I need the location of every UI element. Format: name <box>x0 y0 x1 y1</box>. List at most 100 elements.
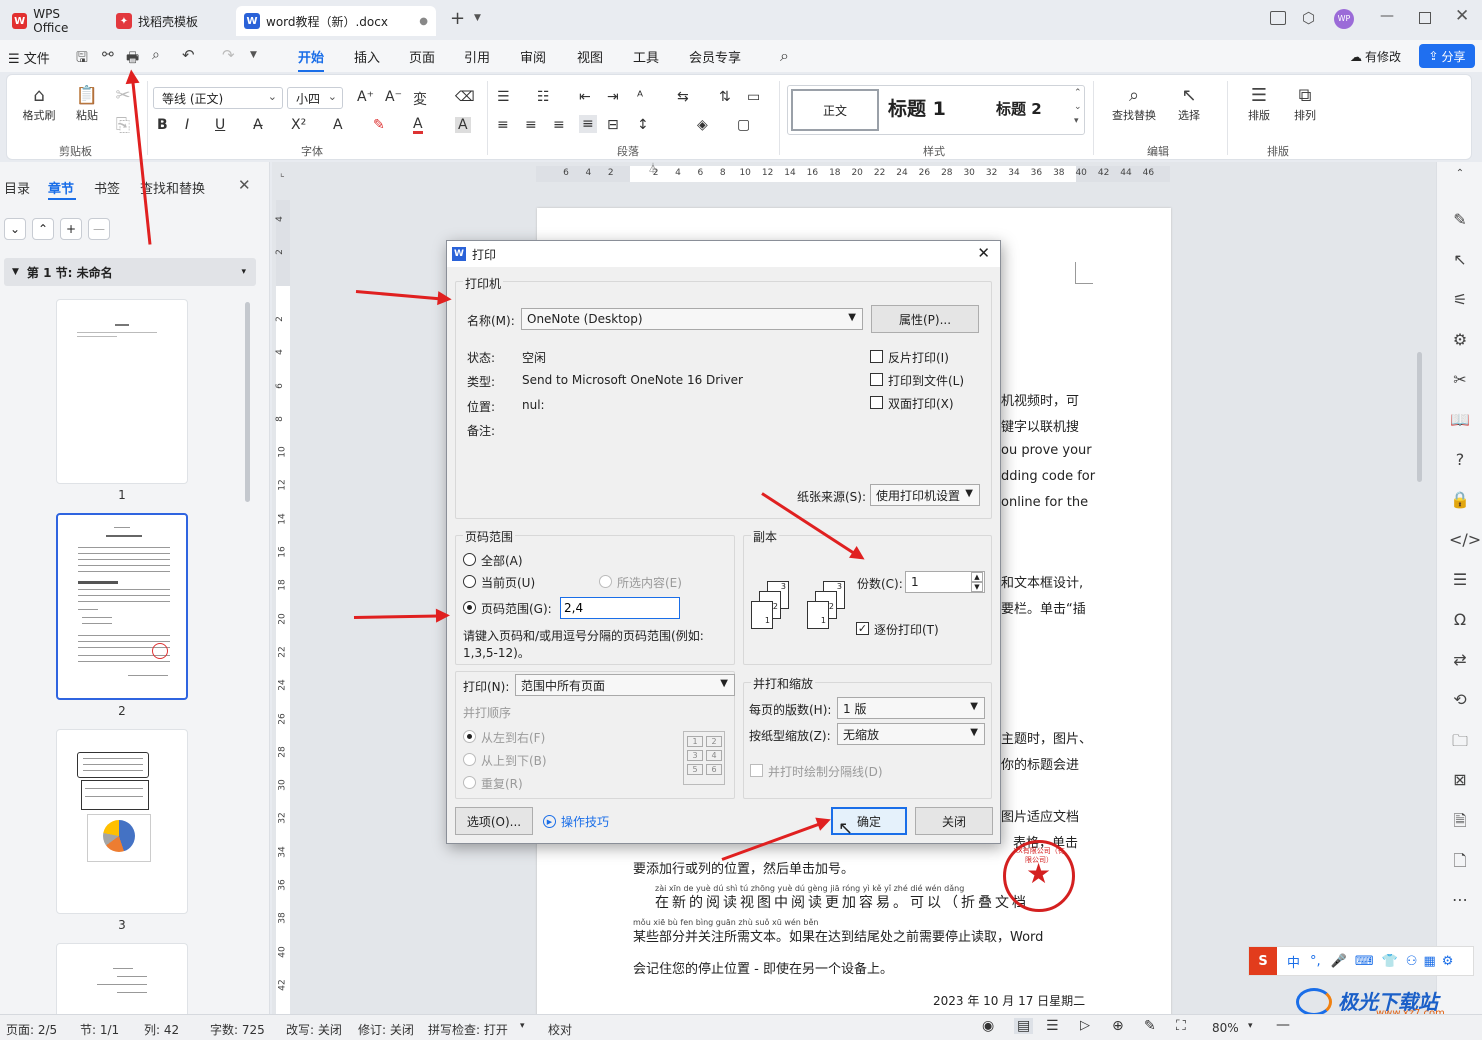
tab-page[interactable]: 页面 <box>409 47 435 66</box>
copy-icon[interactable]: ⎘ <box>113 115 133 137</box>
spin-up-icon[interactable]: ▲ <box>971 572 983 582</box>
shrink-font-icon[interactable]: A⁻ <box>385 89 402 105</box>
status-page[interactable]: 页面: 2/5 <box>6 1021 57 1038</box>
status-overwrite[interactable]: 改写: 关闭 <box>286 1021 342 1038</box>
line-spacing-icon[interactable]: ↕ <box>637 117 649 133</box>
range-pages-radio[interactable] <box>463 601 476 614</box>
select-icon[interactable]: ↖ <box>1449 250 1471 269</box>
ime-toolbar[interactable]: S 中 °, 🎤 ⌨ 👕 ⚇ ▦ ⚙ <box>1248 946 1474 976</box>
range-selection-radio[interactable] <box>599 575 612 588</box>
zoom-out-icon[interactable]: — <box>1276 1017 1290 1033</box>
select-button[interactable]: ↖ 选择 <box>1167 85 1211 123</box>
maximize-icon[interactable] <box>1419 12 1431 24</box>
cube-icon[interactable]: ⬡ <box>1302 9 1315 27</box>
omega-icon[interactable]: Ω <box>1449 610 1471 629</box>
style-normal[interactable]: 正文 <box>791 89 879 131</box>
folder-icon[interactable]: 🗀 <box>1449 730 1471 757</box>
printer-properties-button[interactable]: 属性(P)... <box>871 305 979 333</box>
arrange-button[interactable]: ⧉ 排列 <box>1283 85 1327 123</box>
status-proofread[interactable]: 校对 <box>548 1021 572 1038</box>
new-tab-button[interactable]: + <box>450 8 465 29</box>
tips-link[interactable]: ▶ 操作技巧 <box>543 813 609 830</box>
font-size-select[interactable]: 小四 ⌄ <box>287 87 343 109</box>
status-word-count[interactable]: 字数: 725 <box>210 1021 265 1038</box>
print-to-file-label[interactable]: 打印到文件(L) <box>888 372 964 389</box>
tab-view[interactable]: 视图 <box>577 47 603 66</box>
eraser-icon[interactable]: ⌫ <box>455 89 475 105</box>
undo-icon[interactable]: ↶ <box>182 46 195 64</box>
style-heading-2[interactable]: 标题 2 <box>996 98 1042 119</box>
range-all-label[interactable]: 全部(A) <box>481 552 523 569</box>
image-icon[interactable]: ⊠ <box>1449 770 1471 789</box>
printer-name-select[interactable]: OneNote (Desktop) ▼ <box>521 308 863 330</box>
style-heading-1[interactable]: 标题 1 <box>888 94 946 121</box>
status-spellcheck[interactable]: 拼写检查: 打开 <box>428 1021 508 1038</box>
print-pages-select[interactable]: 范围中所有页面 ▼ <box>515 674 735 696</box>
ai-icon[interactable]: ⚙ <box>1449 330 1471 349</box>
draw-separator-label[interactable]: 并打时绘制分隔线(D) <box>768 763 883 780</box>
font-color-icon[interactable]: A <box>413 117 423 134</box>
tab-wps-office[interactable]: W WPS Office <box>4 6 104 36</box>
tab-references[interactable]: 引用 <box>464 47 490 66</box>
text-direction-icon[interactable]: ᴬ <box>637 89 643 105</box>
align-center-icon[interactable]: ≡ <box>525 117 537 133</box>
tab-document[interactable]: W word教程（新）.docx ● <box>236 6 436 36</box>
pen-icon[interactable]: ✎ <box>1449 210 1471 229</box>
shading-icon[interactable]: ◈ <box>697 117 708 133</box>
eye-icon[interactable]: ◉ <box>982 1018 994 1034</box>
collate-label[interactable]: 逐份打印(T) <box>874 621 939 638</box>
adjust-icon[interactable]: ⚟ <box>1449 290 1471 309</box>
page-thumbnail-4[interactable] <box>56 943 188 1014</box>
paste-button[interactable]: 📋 粘贴 <box>65 85 109 123</box>
code-icon[interactable]: </> <box>1449 530 1481 549</box>
settings-icon[interactable]: ⚙ <box>1442 954 1454 969</box>
duplex-label[interactable]: 双面打印(X) <box>888 395 954 412</box>
options-button[interactable]: 选项(O)... <box>455 807 533 835</box>
chevron-down-icon[interactable]: ⌄ <box>1074 102 1082 112</box>
order-repeat-label[interactable]: 重复(R) <box>481 775 523 792</box>
page-thumbnail-3[interactable] <box>56 729 188 914</box>
close-window-icon[interactable]: ✕ <box>1455 6 1469 26</box>
share-button[interactable]: ⇪ 分享 <box>1419 44 1475 68</box>
print-preview-icon[interactable]: ⌕ <box>152 47 160 63</box>
distribute-icon[interactable]: ⊟ <box>607 117 619 133</box>
file-menu[interactable]: ☰ 文件 <box>8 48 50 67</box>
web-icon[interactable]: ⊕ <box>1112 1018 1124 1034</box>
horizontal-ruler[interactable]: 6 4 2 2 4 6 8 10 12 14 16 18 20 22 24 26 28 30 32 34 36 38 40 4… <box>536 164 1170 182</box>
border-icon[interactable]: ▢ <box>737 117 750 133</box>
range-current-label[interactable]: 当前页(U) <box>481 574 535 591</box>
align-right-icon[interactable]: ≡ <box>553 117 565 133</box>
line-break-icon[interactable]: ⇆ <box>677 89 689 105</box>
zoom-level[interactable]: 80% <box>1212 1021 1239 1035</box>
tab-find-replace[interactable]: 查找和替换 <box>140 178 205 197</box>
bullet-list-icon[interactable]: ☰ <box>497 89 510 105</box>
close-button[interactable]: 关闭 <box>915 807 993 835</box>
layout-button[interactable]: ☰ 排版 <box>1237 85 1281 123</box>
more-icon[interactable]: ⋯ <box>1449 890 1471 909</box>
pen-icon[interactable]: ✎ <box>1144 1018 1156 1034</box>
grow-font-icon[interactable]: A⁺ <box>357 89 374 105</box>
paper-source-select[interactable]: 使用打印机设置 ▼ <box>870 484 980 506</box>
apps-icon[interactable]: ▦ <box>1423 954 1435 969</box>
panel-scrollbar[interactable] <box>245 302 250 502</box>
page-view-icon[interactable]: ▤ <box>1014 1018 1034 1034</box>
order-repeat-radio[interactable] <box>463 776 476 789</box>
close-dialog-icon[interactable]: ✕ <box>977 244 990 262</box>
tab-docer-templates[interactable]: ✦ 找稻壳模板 <box>108 6 232 36</box>
vertical-ruler[interactable]: 4 2 2 4 6 8 10 12 14 16 18 20 22 24 26 28 30 32 34 36 38 40 42 <box>275 200 290 1016</box>
underline-icon[interactable]: U <box>215 117 225 133</box>
chevron-down-icon[interactable]: ▼ <box>250 50 257 60</box>
indent-marker-icon[interactable]: ⏃ <box>648 160 658 175</box>
scale-select[interactable]: 无缩放 ▼ <box>837 723 985 745</box>
order-lr-radio[interactable] <box>463 730 476 743</box>
order-lr-label[interactable]: 从左到右(F) <box>481 729 545 746</box>
translate-icon[interactable]: ⇄ <box>1449 650 1471 669</box>
document-scrollbar[interactable] <box>1417 352 1422 482</box>
text-effect-icon[interactable]: A <box>333 117 343 133</box>
strikethrough-icon[interactable]: A̶ <box>253 117 263 133</box>
show-marks-icon[interactable]: ▭ <box>747 89 760 105</box>
range-all-radio[interactable] <box>463 553 476 566</box>
reverse-print-label[interactable]: 反片打印(I) <box>888 349 949 366</box>
play-icon[interactable]: ▷ <box>1080 1018 1090 1033</box>
keyboard-icon[interactable]: ⌨ <box>1355 954 1374 969</box>
